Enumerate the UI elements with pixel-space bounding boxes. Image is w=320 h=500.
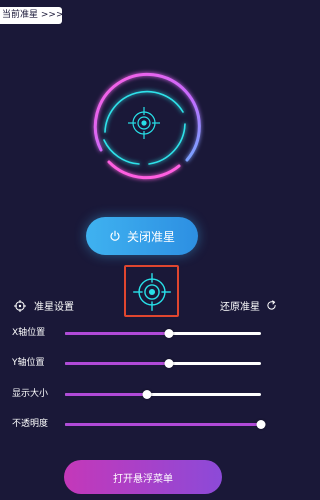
slider-knob[interactable]	[164, 359, 174, 368]
close-crosshair-button[interactable]: 关闭准星	[86, 217, 198, 255]
slider-fill	[65, 362, 169, 365]
slider-track[interactable]	[65, 359, 261, 368]
crosshair-preview-highlight[interactable]	[124, 265, 179, 317]
current-crosshair-tag[interactable]: 当前准星 >>>	[0, 7, 64, 24]
slider-opacity[interactable]: 不透明度	[12, 417, 268, 431]
crosshair-settings-label: 准星设置	[34, 302, 74, 313]
current-crosshair-label: 当前准星 >>>	[2, 10, 64, 20]
target-icon	[14, 299, 26, 312]
crosshair-settings-header: 准星设置	[14, 298, 74, 313]
reset-crosshair-button[interactable]: 还原准星	[220, 298, 277, 313]
slider-x-position[interactable]: X轴位置	[12, 326, 268, 340]
crosshair-ring-display	[83, 62, 205, 184]
slider-knob[interactable]	[164, 329, 174, 338]
slider-label: 显示大小	[12, 389, 49, 399]
crosshair-icon	[128, 107, 160, 139]
slider-label: X轴位置	[12, 328, 46, 338]
slider-track[interactable]	[65, 329, 261, 338]
reset-crosshair-label: 还原准星	[220, 302, 260, 313]
open-floating-menu-button[interactable]: 打开悬浮菜单	[64, 460, 222, 494]
slider-knob[interactable]	[256, 420, 266, 429]
open-floating-menu-label: 打开悬浮菜单	[113, 473, 173, 485]
screen: 当前准星 >>> 关闭准星 准星设置 还原准星 X轴位置 Y轴位置 显示大小 不…	[0, 0, 281, 500]
slider-track[interactable]	[65, 390, 261, 399]
slider-fill	[65, 393, 148, 396]
slider-label: 不透明度	[12, 419, 49, 429]
slider-y-position[interactable]: Y轴位置	[12, 356, 268, 370]
slider-knob[interactable]	[142, 390, 152, 399]
slider-display-size[interactable]: 显示大小	[12, 387, 268, 401]
refresh-icon	[267, 300, 276, 310]
close-crosshair-label: 关闭准星	[126, 229, 175, 244]
crosshair-preview-icon	[133, 273, 171, 311]
slider-label: Y轴位置	[12, 358, 45, 368]
slider-fill	[65, 332, 169, 335]
power-icon	[110, 230, 120, 241]
slider-fill	[65, 423, 261, 426]
slider-track[interactable]	[65, 420, 266, 429]
